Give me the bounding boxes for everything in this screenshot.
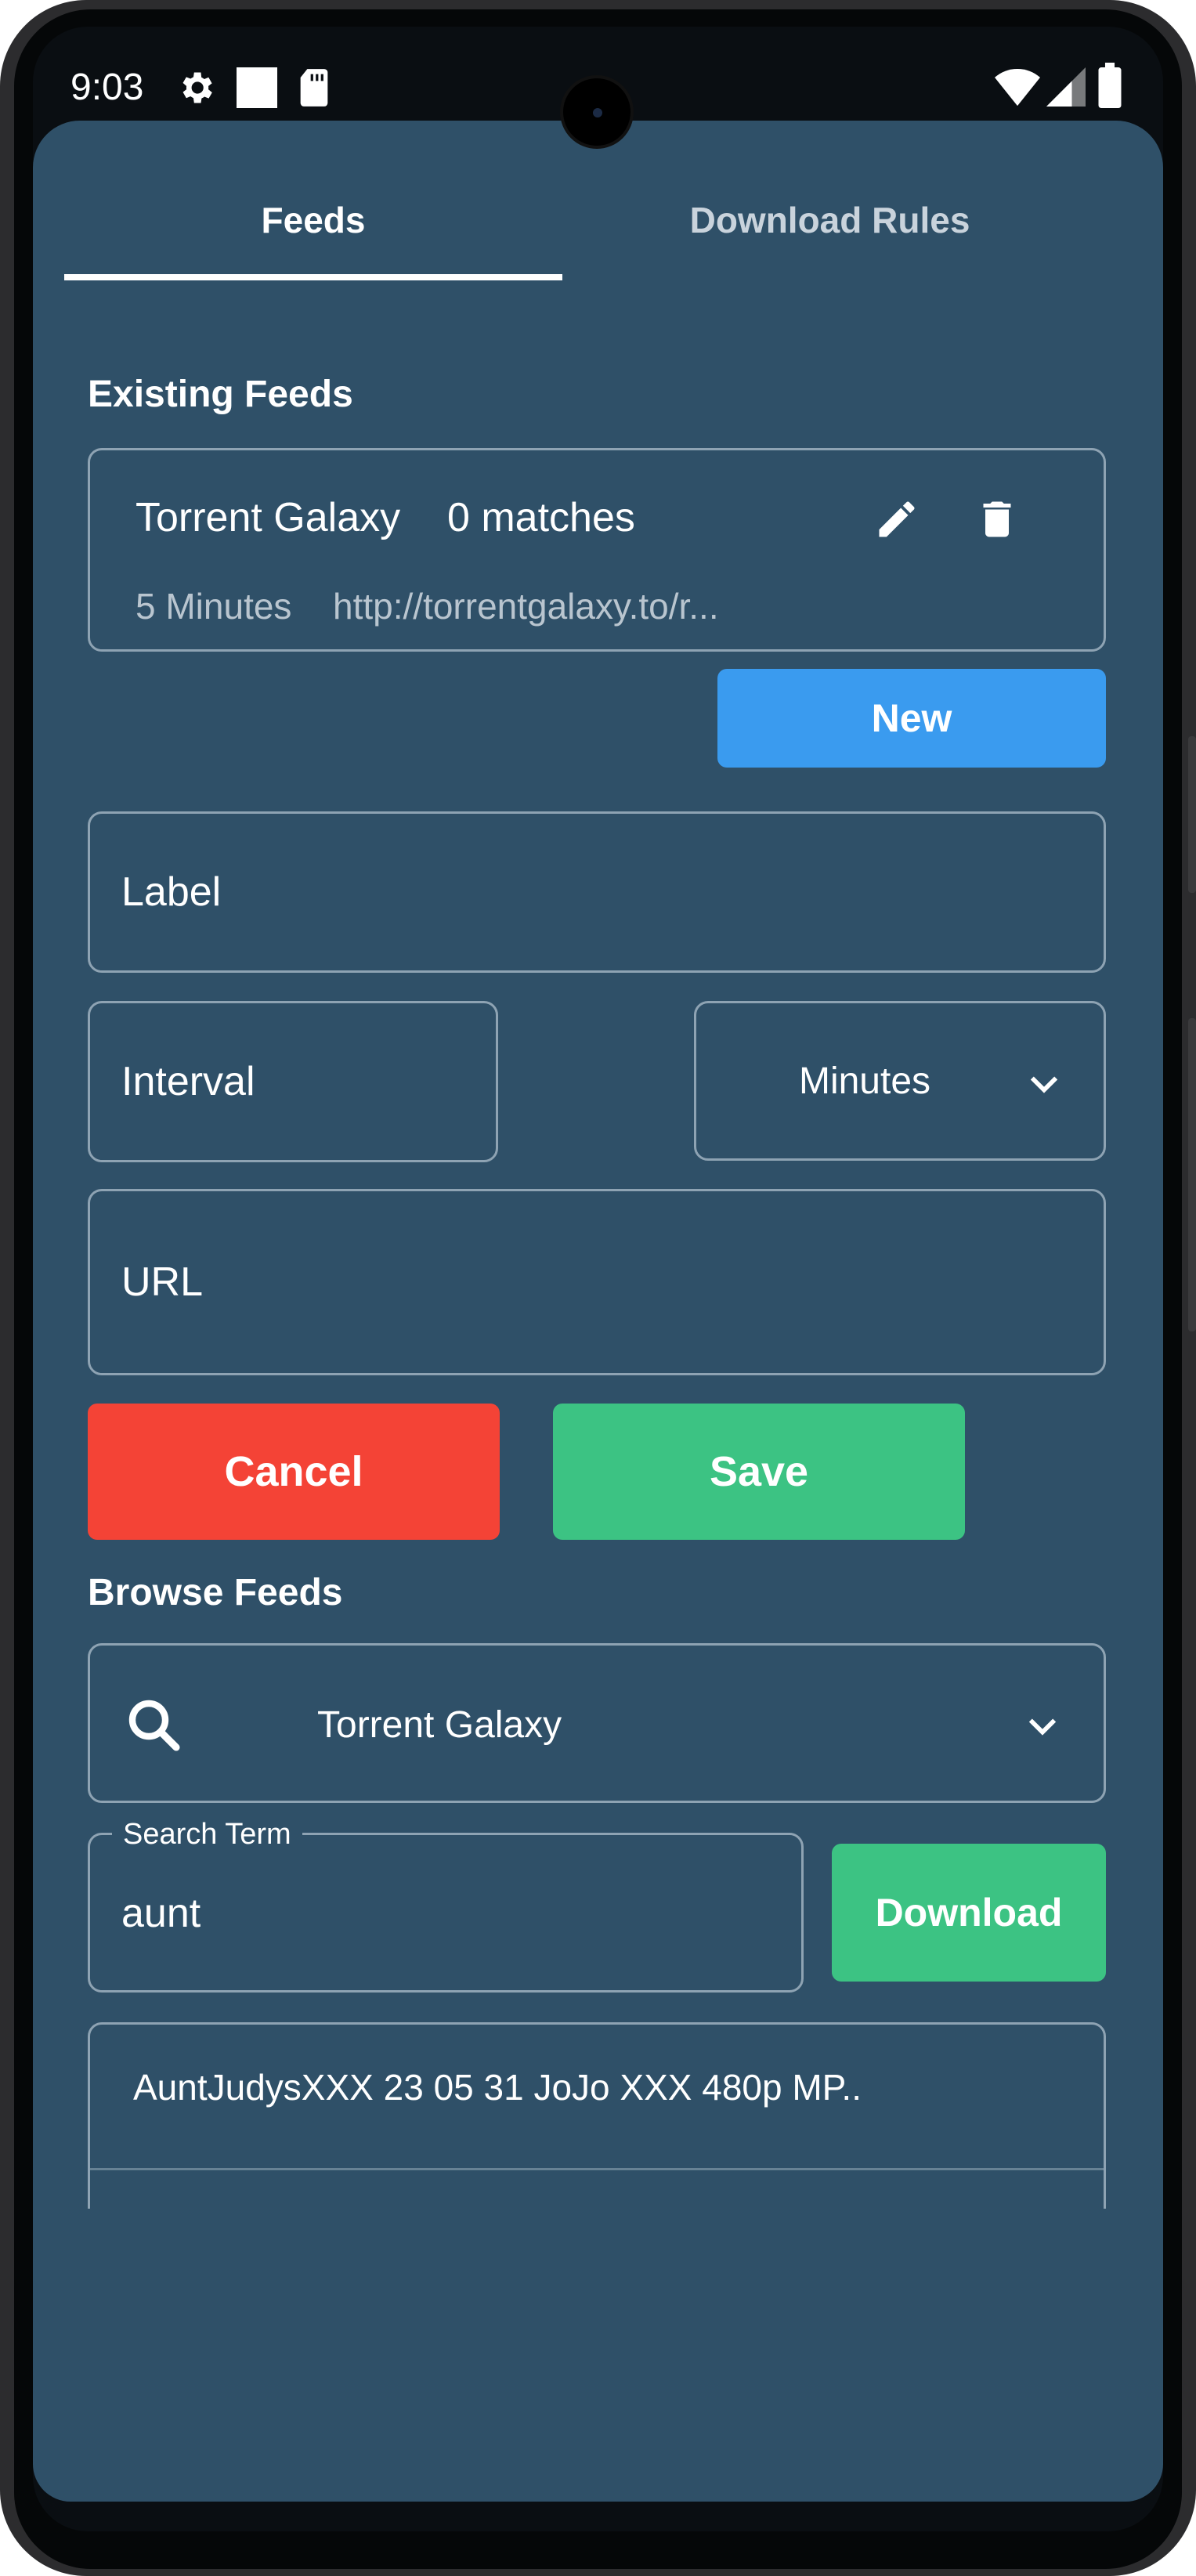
feed-select[interactable]: Torrent Galaxy xyxy=(88,1643,1106,1803)
tab-download-rules[interactable]: Download Rules xyxy=(562,199,1097,241)
tab-indicator xyxy=(64,274,562,280)
label-placeholder: Label xyxy=(121,869,222,915)
gear-icon xyxy=(182,72,212,103)
existing-feeds-heading: Existing Feeds xyxy=(88,374,353,415)
delete-icon[interactable] xyxy=(974,496,1021,543)
square-icon xyxy=(237,67,277,108)
feed-interval: 5 Minutes xyxy=(135,586,292,627)
save-button[interactable]: Save xyxy=(553,1404,965,1540)
status-time: 9:03 xyxy=(70,67,144,108)
interval-unit-select[interactable]: Minutes xyxy=(694,1001,1106,1161)
power-button xyxy=(1188,1018,1196,1331)
interval-placeholder: Interval xyxy=(121,1059,255,1104)
new-feed-button[interactable]: New xyxy=(717,669,1106,768)
front-camera xyxy=(563,78,631,146)
feed-name: Torrent Galaxy xyxy=(135,495,401,540)
browse-feeds-heading: Browse Feeds xyxy=(88,1572,343,1613)
interval-unit-value: Minutes xyxy=(798,1060,931,1102)
feed-matches: 0 matches xyxy=(447,495,635,540)
signal-icon xyxy=(1046,67,1086,107)
cancel-button[interactable]: Cancel xyxy=(88,1404,500,1540)
result-item[interactable]: AuntJudysXXX 23 05 31 JoJo XXX 480p MP.. xyxy=(133,2066,862,2108)
results-list: AuntJudysXXX 23 05 31 JoJo XXX 480p MP.. xyxy=(88,2022,1106,2209)
sd-card-icon xyxy=(300,69,328,107)
selected-feed: Torrent Galaxy xyxy=(317,1704,562,1746)
url-field[interactable]: URL xyxy=(88,1189,1106,1375)
search-icon xyxy=(128,1700,180,1751)
search-term-label: Search Term xyxy=(112,1818,302,1852)
chevron-down-icon xyxy=(1028,1718,1057,1736)
app-content: Feeds Download Rules Existing Feeds Torr… xyxy=(33,121,1163,2502)
interval-field[interactable]: Interval xyxy=(88,1001,498,1162)
chevron-down-icon xyxy=(1030,1076,1058,1093)
battery-icon xyxy=(1098,63,1122,108)
tab-feeds[interactable]: Feeds xyxy=(64,199,562,241)
url-placeholder: URL xyxy=(121,1259,204,1305)
result-divider xyxy=(90,2168,1104,2170)
feed-url: http://torrentgalaxy.to/r... xyxy=(333,586,719,627)
phone-frame: Feeds Download Rules Existing Feeds Torr… xyxy=(0,0,1196,2576)
search-term-value: aunt xyxy=(121,1891,201,1936)
feed-card[interactable]: Torrent Galaxy 0 matches 5 Minutes http:… xyxy=(88,448,1106,652)
download-button[interactable]: Download xyxy=(832,1844,1106,1982)
volume-button xyxy=(1188,736,1196,893)
wifi-icon xyxy=(995,69,1040,107)
edit-icon[interactable] xyxy=(873,496,920,543)
search-term-field[interactable]: Search Term aunt xyxy=(88,1818,804,1993)
screen: Feeds Download Rules Existing Feeds Torr… xyxy=(33,27,1163,2531)
label-field[interactable]: Label xyxy=(88,811,1106,973)
